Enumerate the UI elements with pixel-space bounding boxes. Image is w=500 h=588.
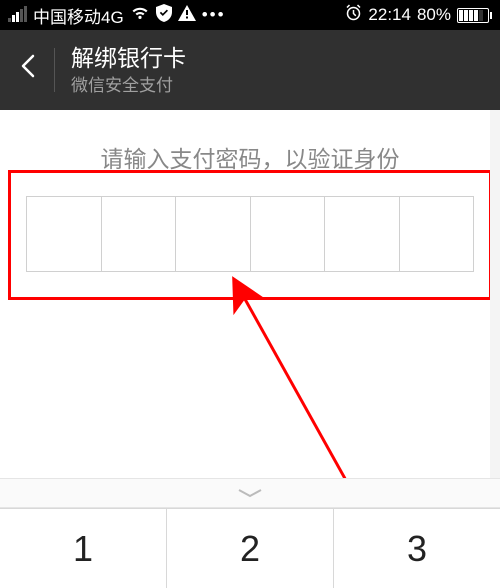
- pin-cell-1[interactable]: [26, 196, 101, 272]
- pin-cell-5[interactable]: [324, 196, 399, 272]
- pin-cell-3[interactable]: [175, 196, 250, 272]
- back-button[interactable]: [16, 53, 42, 87]
- title-bar: 解绑银行卡 微信安全支付: [0, 30, 500, 110]
- status-right: 22:14 80%: [345, 4, 492, 26]
- pin-cell-2[interactable]: [101, 196, 176, 272]
- battery-percent: 80%: [417, 5, 451, 25]
- wifi-icon: [130, 5, 150, 26]
- security-icon: [156, 4, 172, 27]
- carrier-label: 中国移动4G: [33, 3, 124, 28]
- status-bar: 中国移动4G ••• 22:14 80%: [0, 0, 500, 30]
- chevron-down-icon: [235, 487, 265, 499]
- pin-cell-4[interactable]: [250, 196, 325, 272]
- battery-icon: [457, 8, 492, 23]
- numeric-keypad: 1 2 3: [0, 508, 500, 588]
- title-divider: [54, 48, 55, 92]
- status-left: 中国移动4G •••: [8, 3, 226, 28]
- alarm-icon: [345, 4, 362, 26]
- key-3[interactable]: 3: [333, 508, 500, 588]
- cellular-signal-icon: [8, 8, 27, 22]
- app-screen: 中国移动4G ••• 22:14 80%: [0, 0, 500, 588]
- page-subtitle: 微信安全支付: [71, 75, 186, 96]
- page-title: 解绑银行卡: [71, 44, 186, 73]
- key-1[interactable]: 1: [0, 508, 166, 588]
- clock-label: 22:14: [368, 5, 411, 25]
- pin-cell-6[interactable]: [399, 196, 475, 272]
- warning-icon: [178, 5, 196, 26]
- more-icon: •••: [202, 5, 226, 25]
- key-2[interactable]: 2: [166, 508, 333, 588]
- pin-input[interactable]: [26, 196, 474, 272]
- instruction-text: 请输入支付密码，以验证身份: [0, 110, 500, 174]
- keyboard-collapse-handle[interactable]: [0, 478, 500, 508]
- title-block: 解绑银行卡 微信安全支付: [71, 44, 186, 96]
- content-area: 请输入支付密码，以验证身份: [0, 110, 500, 498]
